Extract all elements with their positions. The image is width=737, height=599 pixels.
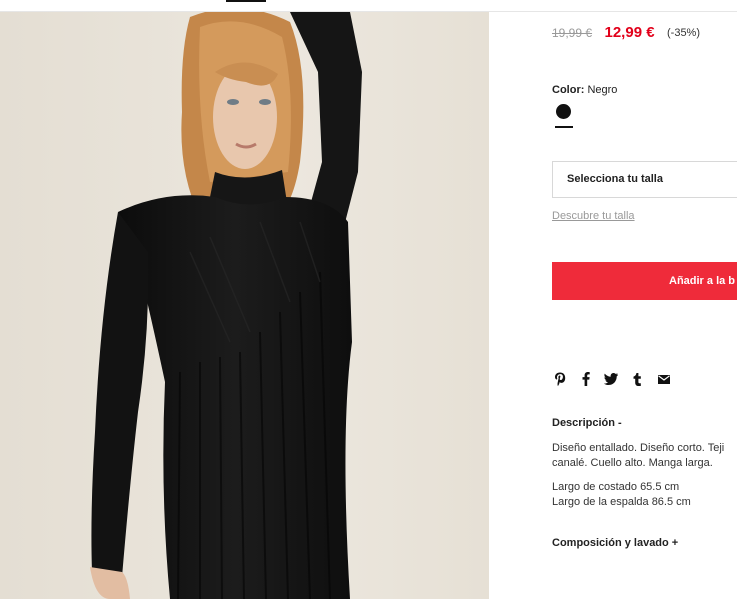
- measurement-line: Largo de costado 65.5 cm: [552, 481, 680, 493]
- color-row: Color: Negro: [552, 84, 617, 96]
- original-price: 19,99 €: [552, 25, 593, 40]
- color-value: Negro: [587, 84, 618, 96]
- product-image[interactable]: [0, 12, 489, 599]
- composition-toggle[interactable]: Composición y lavado +: [552, 537, 678, 549]
- description-toggle[interactable]: Descripción -: [552, 417, 622, 429]
- selected-swatch-indicator: [555, 126, 573, 128]
- model-photo: [0, 12, 489, 599]
- discount-badge: (-35%): [667, 26, 701, 39]
- description-line: canalé. Cuello alto. Manga larga.: [552, 457, 713, 469]
- sale-price: 12,99 €: [604, 24, 655, 42]
- description-text: Diseño entallado. Diseño corto. Teji can…: [552, 441, 724, 471]
- product-info-panel: 19,99 € 12,99 € (-35%) Color: Negro Sele…: [552, 0, 737, 599]
- facebook-icon[interactable]: [578, 371, 594, 387]
- price-row: 19,99 € 12,99 € (-35%): [552, 24, 700, 42]
- size-guide-link[interactable]: Descubre tu talla: [552, 210, 635, 222]
- tumblr-icon[interactable]: [629, 371, 645, 387]
- measurements: Largo de costado 65.5 cm Largo de la esp…: [552, 480, 691, 510]
- email-icon[interactable]: [656, 371, 672, 387]
- measurement-line: Largo de la espalda 86.5 cm: [552, 496, 691, 508]
- color-swatch-black[interactable]: [556, 104, 571, 119]
- twitter-icon[interactable]: [603, 371, 619, 387]
- description-line: Diseño entallado. Diseño corto. Teji: [552, 442, 725, 454]
- add-to-bag-label: Añadir a la b: [669, 275, 736, 287]
- size-select[interactable]: Selecciona tu talla: [552, 161, 737, 198]
- pinterest-icon[interactable]: [552, 371, 568, 387]
- active-tab-indicator: [226, 0, 266, 2]
- color-label: Color:: [552, 84, 585, 96]
- add-to-bag-button[interactable]: Añadir a la b: [552, 262, 737, 300]
